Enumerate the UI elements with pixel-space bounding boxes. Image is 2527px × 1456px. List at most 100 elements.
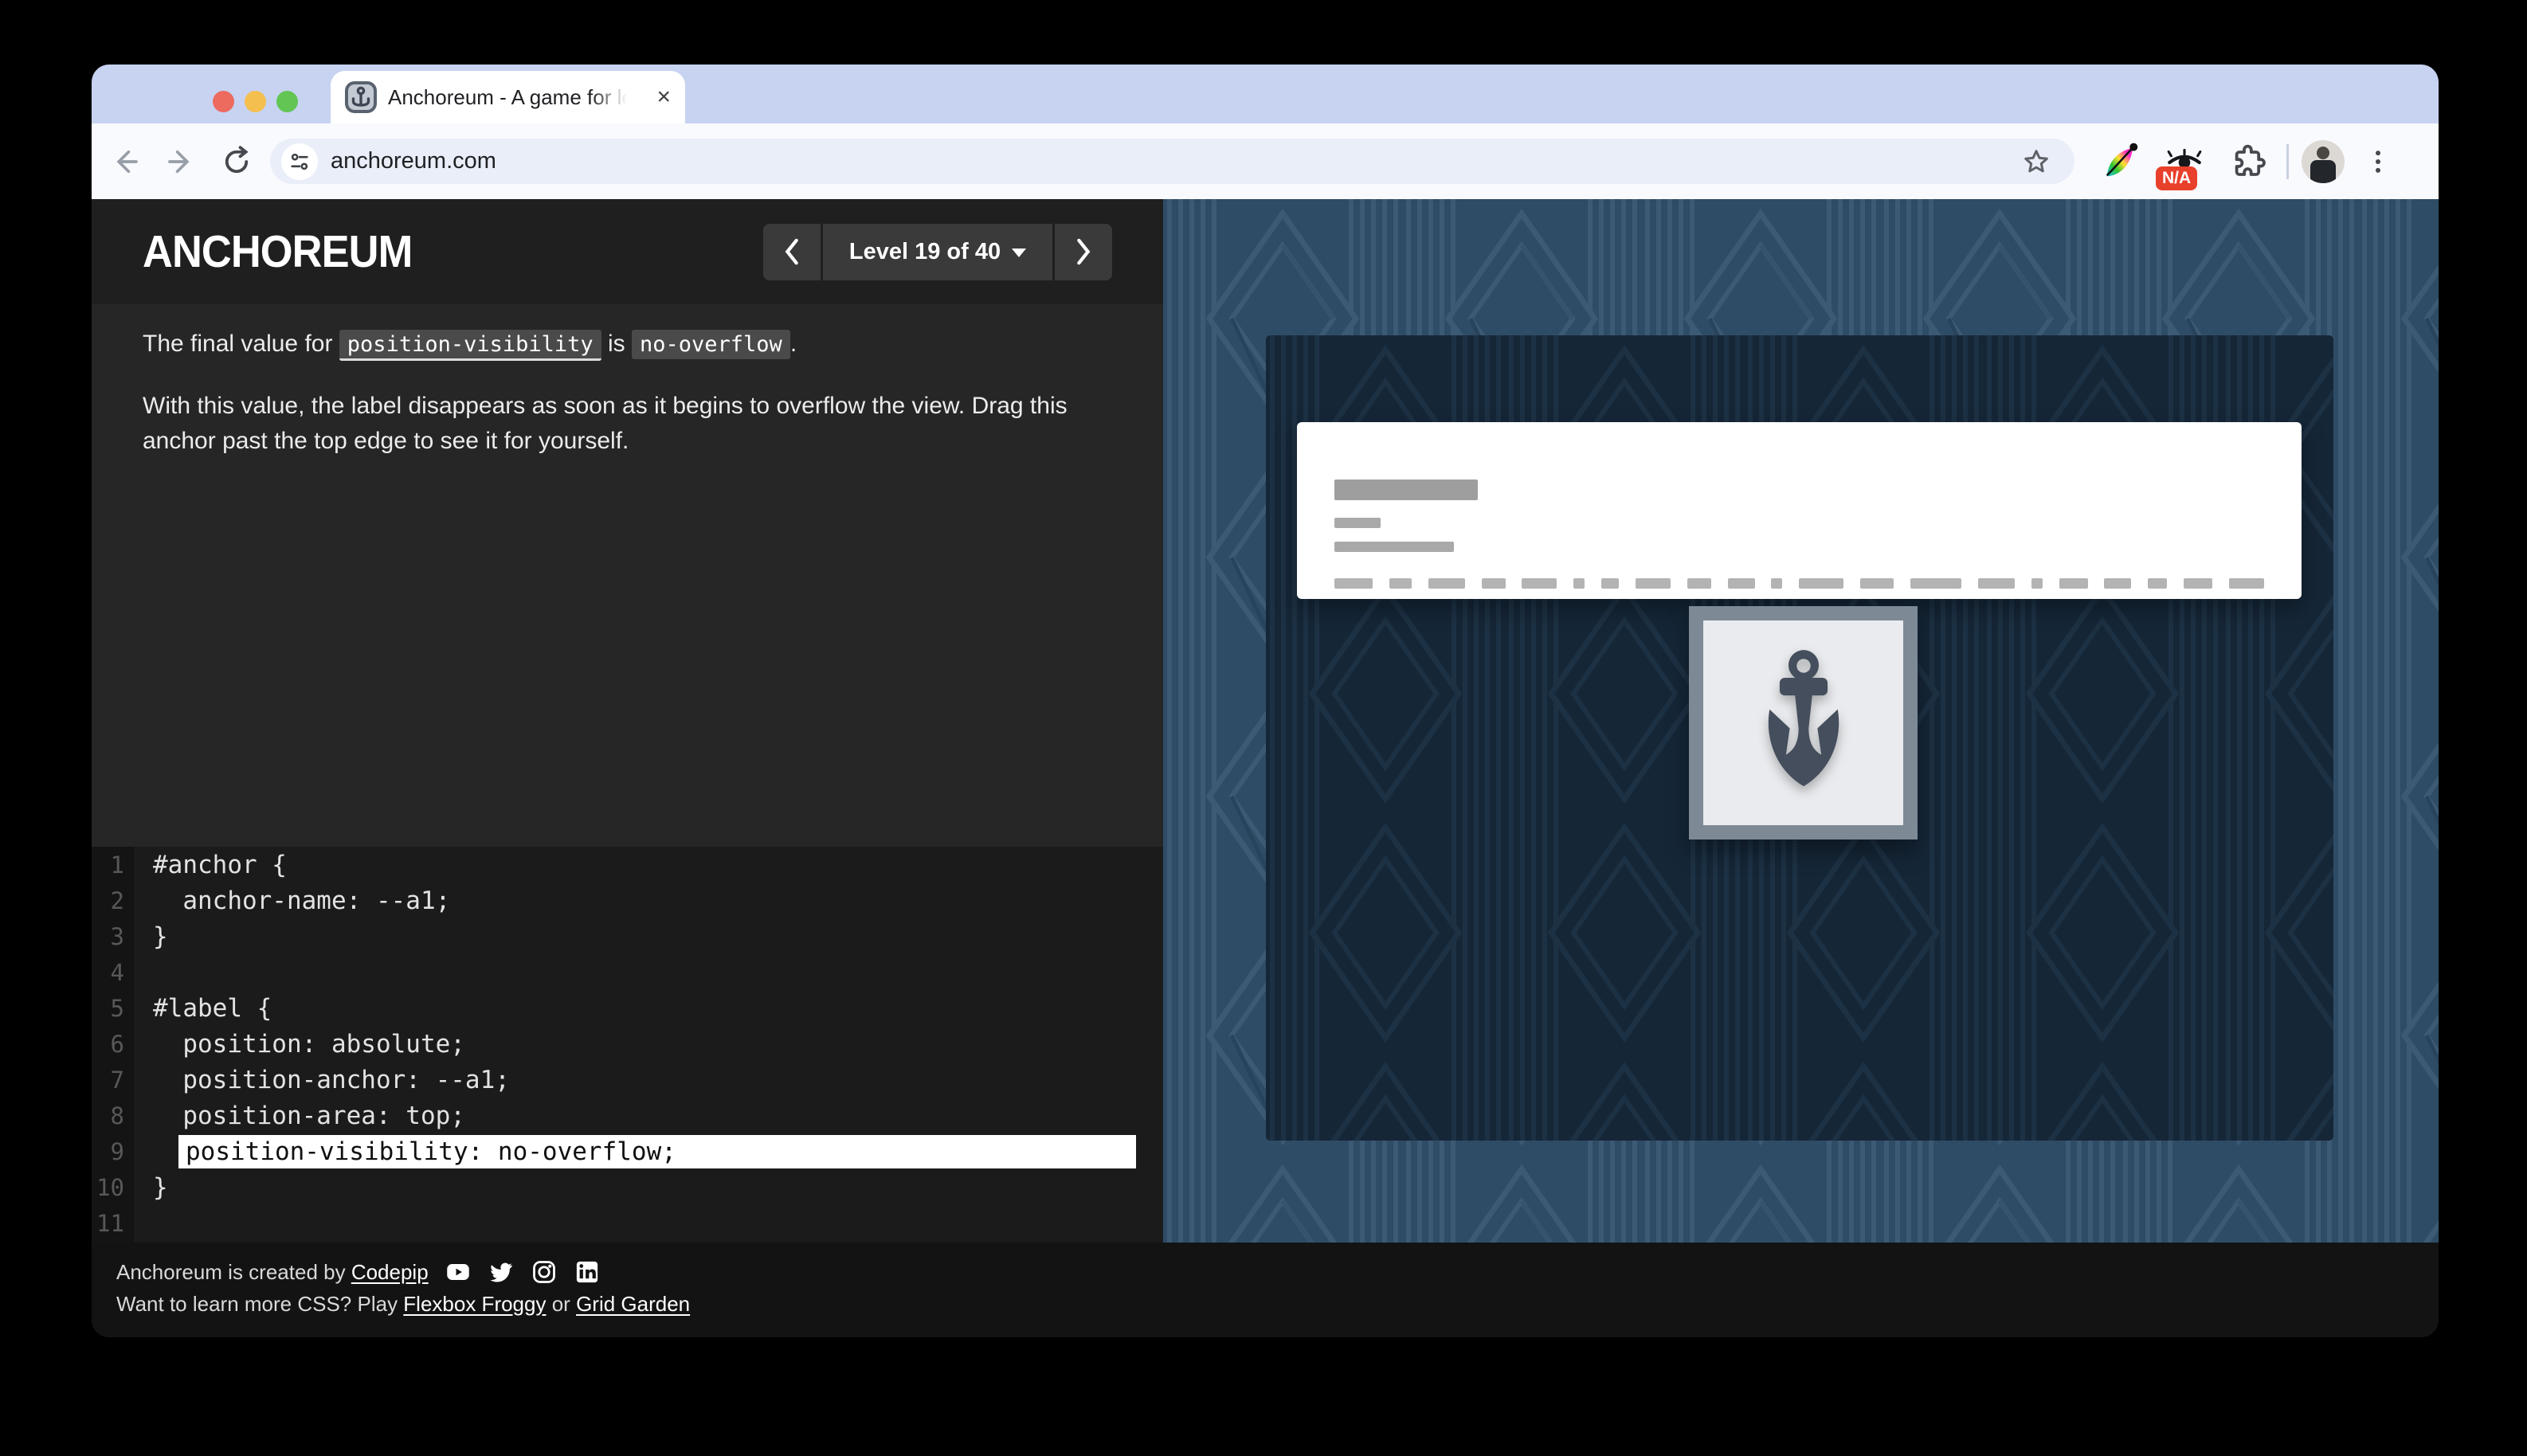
skeleton-dash bbox=[2229, 578, 2264, 589]
line-number: 9 bbox=[92, 1138, 134, 1165]
code-line: 3} bbox=[92, 918, 1163, 954]
browser-tab[interactable]: Anchoreum - A game for learn × bbox=[331, 71, 685, 123]
skeleton-dash bbox=[1687, 578, 1711, 589]
code-line: 4 bbox=[92, 954, 1163, 990]
css-code-text: } bbox=[134, 922, 168, 951]
line-number: 7 bbox=[92, 1067, 134, 1094]
codepip-link[interactable]: Codepip bbox=[351, 1260, 429, 1284]
instruction-paragraph-2: With this value, the label disappears as… bbox=[143, 389, 1115, 459]
address-bar[interactable]: anchoreum.com bbox=[270, 139, 2074, 184]
site-settings-icon[interactable] bbox=[281, 143, 318, 180]
skeleton-dash bbox=[2104, 578, 2131, 589]
tab-strip: Anchoreum - A game for learn × + bbox=[92, 65, 2439, 123]
skeleton-line-short bbox=[1334, 518, 1381, 528]
tab-close-icon[interactable]: × bbox=[656, 85, 671, 109]
extensions-puzzle-icon[interactable] bbox=[2223, 136, 2274, 187]
level-navigation: Level 19 of 40 bbox=[763, 224, 1112, 280]
previous-level-button[interactable] bbox=[763, 224, 821, 280]
avatar-figure bbox=[2317, 147, 2329, 159]
line-number: 2 bbox=[92, 887, 134, 914]
code-line: 1#anchor { bbox=[92, 847, 1163, 883]
next-level-button[interactable] bbox=[1055, 224, 1112, 280]
skeleton-dash bbox=[1771, 578, 1782, 589]
code-term-no-overflow: no-overflow bbox=[632, 330, 790, 359]
css-code-editor: 1#anchor {2 anchor-name: --a1;3}45#label… bbox=[92, 847, 1163, 1307]
code-line: 10} bbox=[92, 1169, 1163, 1205]
level-label: Level 19 of 40 bbox=[849, 239, 1001, 265]
code-line: 5#label { bbox=[92, 990, 1163, 1026]
css-code-text: #label { bbox=[134, 994, 272, 1023]
minimize-window-button[interactable] bbox=[245, 91, 266, 112]
zoom-window-button[interactable] bbox=[276, 91, 298, 112]
browser-toolbar: anchoreum.com bbox=[92, 123, 2439, 199]
line-number: 11 bbox=[92, 1210, 134, 1237]
game-viewport bbox=[1163, 199, 2439, 1243]
tab-title: Anchoreum - A game for learn bbox=[388, 85, 627, 110]
code-term-position-visibility[interactable]: position-visibility bbox=[339, 330, 601, 361]
colorpicker-extension-icon[interactable] bbox=[2095, 136, 2146, 187]
anchoreum-logo: ANCHOREUM bbox=[143, 225, 412, 278]
bookmark-star-icon[interactable] bbox=[2014, 139, 2059, 184]
line-number: 6 bbox=[92, 1031, 134, 1058]
css-code-text: position: absolute; bbox=[134, 1030, 465, 1059]
line-number: 8 bbox=[92, 1102, 134, 1129]
css-code-text: anchor-name: --a1; bbox=[134, 887, 450, 915]
css-code-text: position-anchor: --a1; bbox=[134, 1066, 510, 1094]
profile-avatar[interactable] bbox=[2302, 140, 2345, 183]
skeleton-line-medium bbox=[1334, 542, 1454, 552]
skeleton-dash bbox=[1482, 578, 1506, 589]
skeleton-dash bbox=[1728, 578, 1755, 589]
skeleton-dash bbox=[2031, 578, 2043, 589]
youtube-icon[interactable] bbox=[446, 1260, 470, 1284]
code-input-line[interactable]: 9 position-visibility: no-overflow; bbox=[92, 1133, 1163, 1169]
anchor-element[interactable] bbox=[1689, 606, 1918, 840]
grid-garden-link[interactable]: Grid Garden bbox=[576, 1292, 690, 1316]
url-text[interactable]: anchoreum.com bbox=[331, 148, 496, 174]
css-code-text: position-area: top; bbox=[134, 1102, 465, 1130]
chevron-down-icon bbox=[1012, 249, 1026, 257]
close-window-button[interactable] bbox=[213, 91, 234, 112]
skeleton-dashed-line bbox=[1334, 578, 2264, 589]
anchor-icon bbox=[1740, 648, 1867, 799]
anchor-tile bbox=[1703, 620, 1903, 825]
level-instructions: The final value for position-visibility … bbox=[143, 327, 1115, 459]
browser-menu-kebab-icon[interactable] bbox=[2356, 139, 2400, 184]
skeleton-dash bbox=[1573, 578, 1585, 589]
skeleton-dash bbox=[1910, 578, 1961, 589]
anchoreum-favicon bbox=[345, 81, 377, 113]
twitter-icon[interactable] bbox=[489, 1260, 513, 1284]
reload-button[interactable] bbox=[214, 139, 259, 184]
skeleton-dash bbox=[1389, 578, 1412, 589]
skeleton-dash bbox=[1428, 578, 1465, 589]
forward-button[interactable] bbox=[159, 139, 203, 184]
app-header: ANCHOREUM Level 19 of 40 bbox=[92, 199, 1163, 304]
skeleton-dash bbox=[2059, 578, 2088, 589]
code-line: 11 bbox=[92, 1205, 1163, 1241]
toolbar-separator bbox=[2286, 144, 2289, 179]
line-number: 3 bbox=[92, 923, 134, 950]
skeleton-heading bbox=[1334, 479, 1478, 500]
skeleton-dash bbox=[1978, 578, 2015, 589]
flexbox-froggy-link[interactable]: Flexbox Froggy bbox=[403, 1292, 546, 1316]
label-element bbox=[1297, 422, 2302, 599]
back-button[interactable] bbox=[103, 139, 147, 184]
na-extension-icon[interactable]: N/A bbox=[2159, 136, 2210, 187]
skeleton-dash bbox=[1799, 578, 1843, 589]
line-number: 1 bbox=[92, 851, 134, 879]
instagram-icon[interactable] bbox=[532, 1260, 556, 1284]
css-input-field[interactable]: position-visibility: no-overflow; bbox=[178, 1135, 1136, 1168]
code-line: 6 position: absolute; bbox=[92, 1026, 1163, 1062]
skeleton-dash bbox=[1601, 578, 1619, 589]
game-sidebar: ANCHOREUM Level 19 of 40 The fi bbox=[92, 199, 1163, 1243]
footer-learn-text: Want to learn more CSS? Play Flexbox Fro… bbox=[116, 1292, 690, 1317]
css-code-text: } bbox=[134, 1173, 168, 1202]
level-select-dropdown[interactable]: Level 19 of 40 bbox=[823, 224, 1052, 280]
skeleton-dash bbox=[1860, 578, 1894, 589]
code-line: 8 position-area: top; bbox=[92, 1098, 1163, 1133]
line-number: 4 bbox=[92, 959, 134, 986]
skeleton-dash bbox=[1334, 578, 1373, 589]
extension-badge: N/A bbox=[2156, 166, 2197, 190]
skeleton-dash bbox=[2184, 578, 2212, 589]
linkedin-icon[interactable] bbox=[575, 1260, 599, 1284]
line-number: 10 bbox=[92, 1174, 134, 1201]
